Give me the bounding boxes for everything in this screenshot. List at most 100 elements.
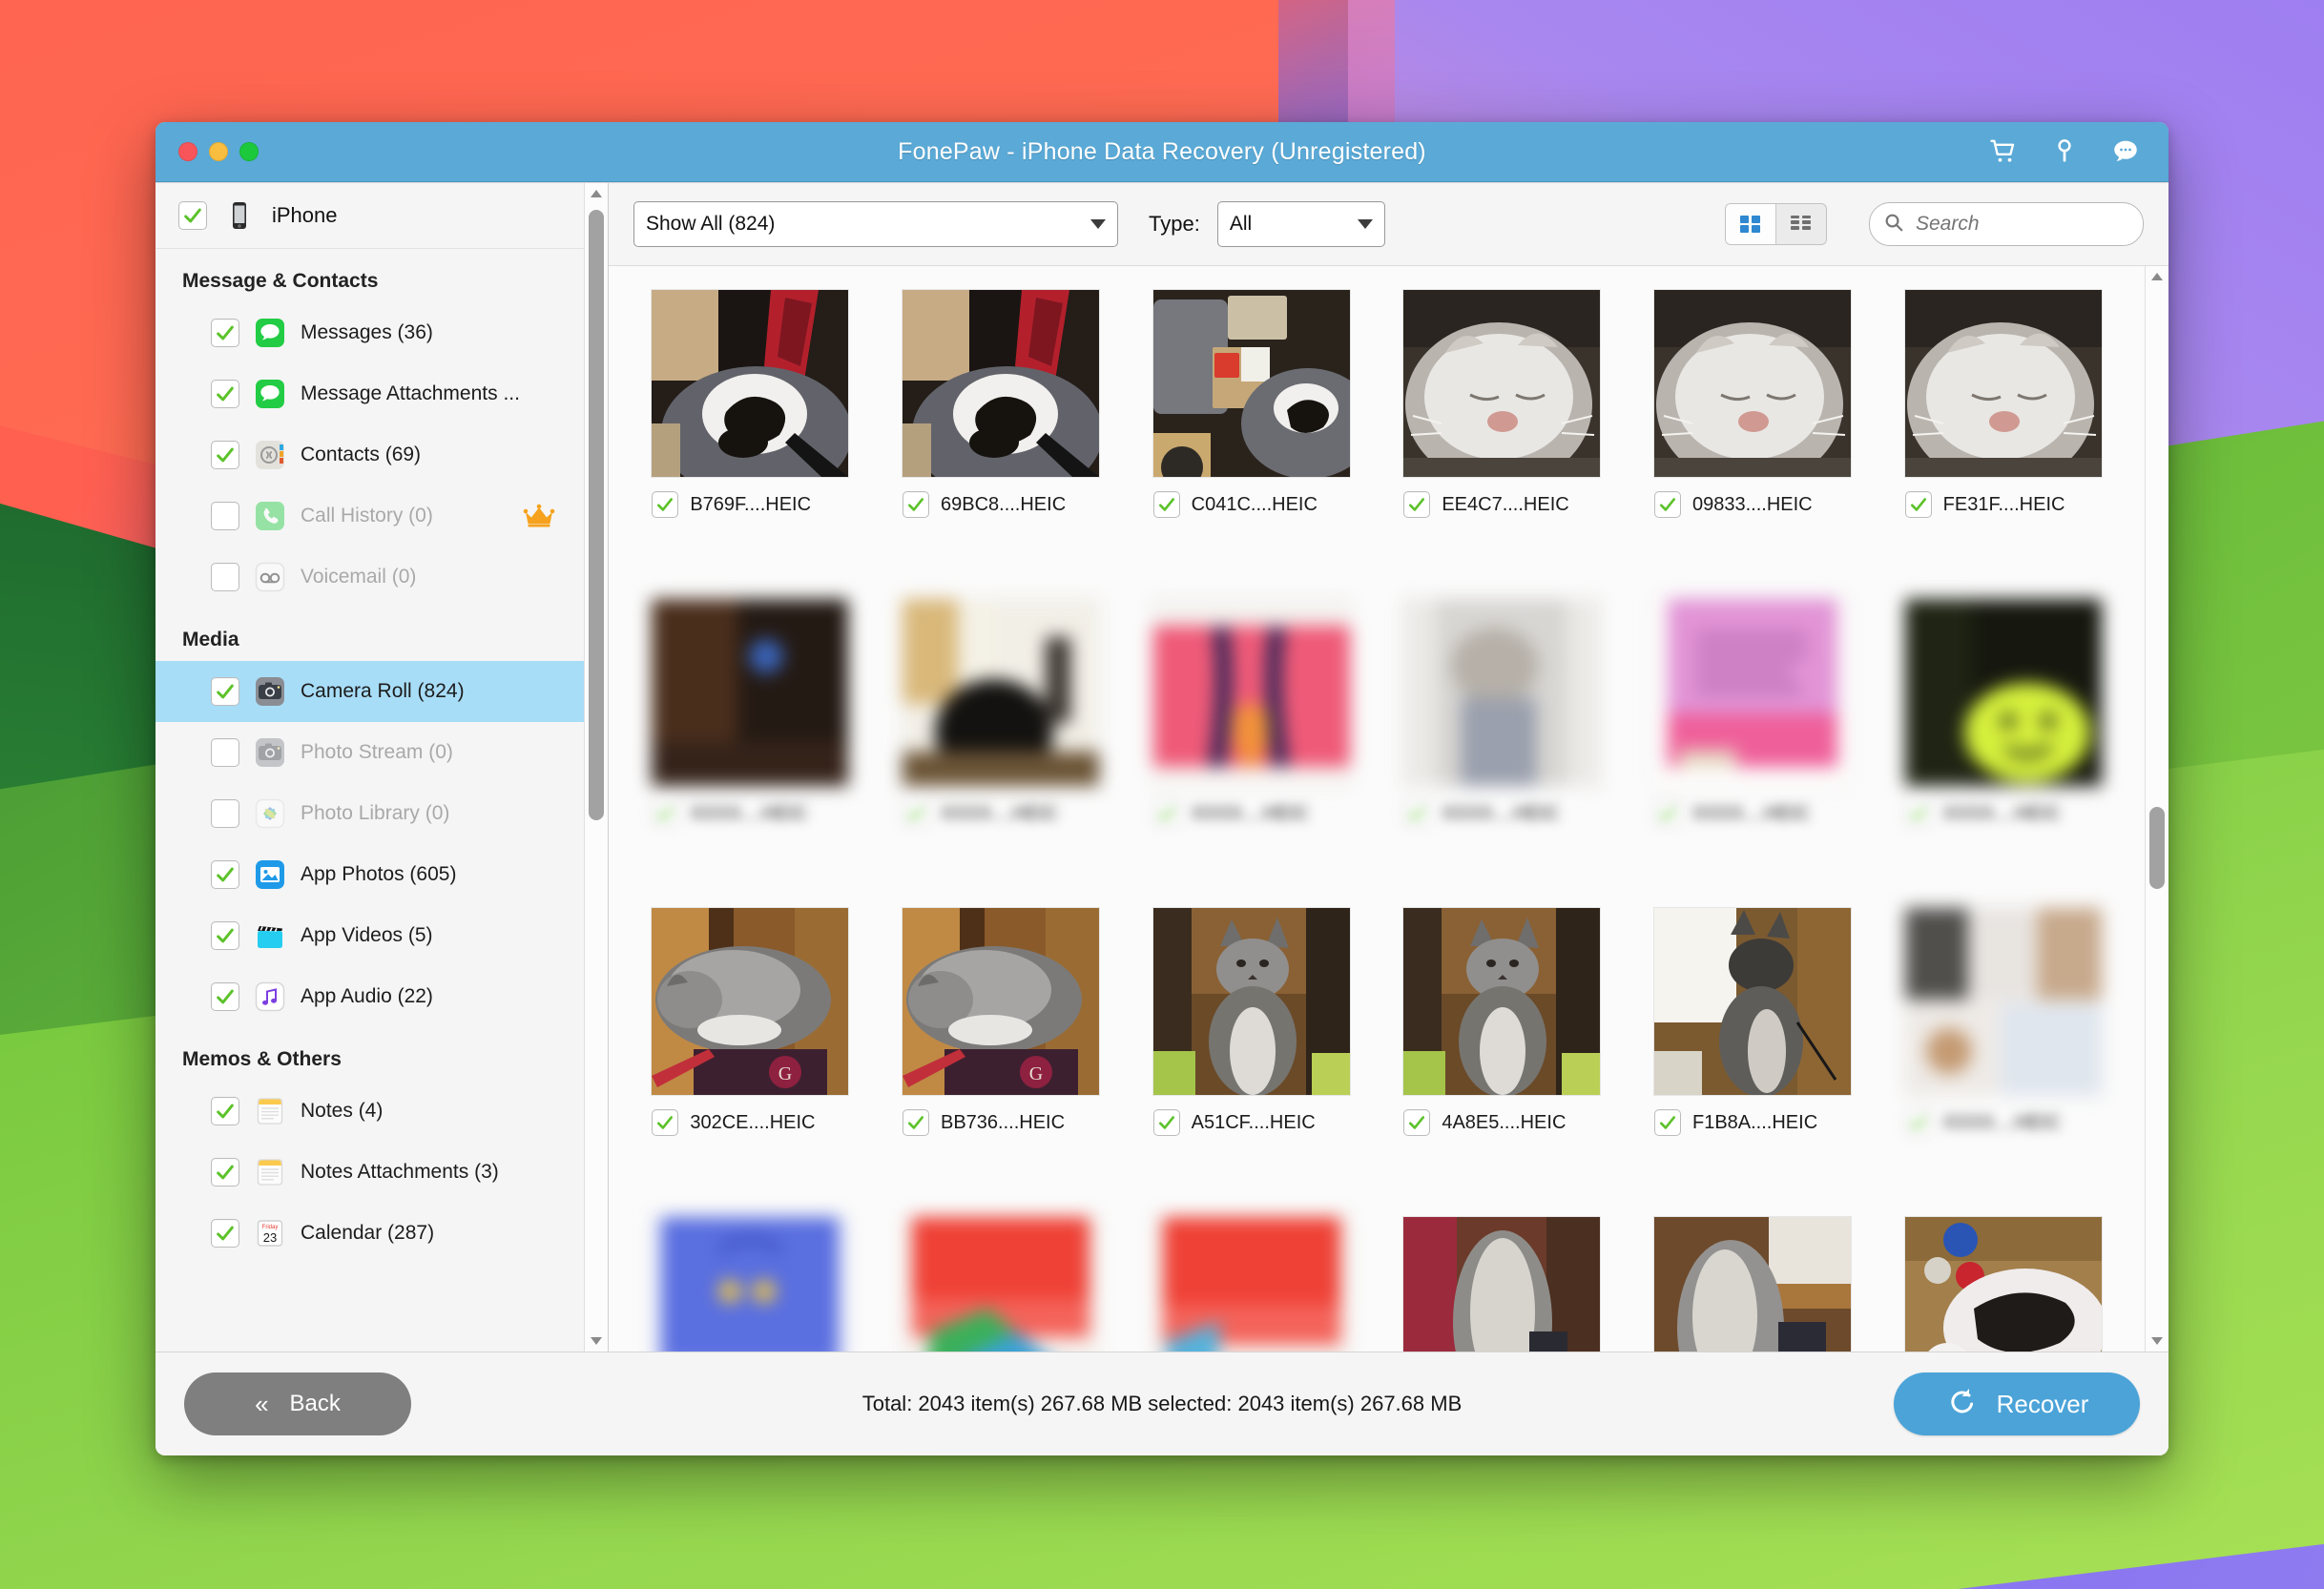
thumbnail-checkbox[interactable] (1152, 1109, 1180, 1136)
type-select[interactable]: All (1216, 201, 1385, 247)
checkbox-photo-stream-0[interactable] (211, 738, 239, 767)
thumbnail-image[interactable] (1652, 289, 1852, 478)
sidebar-device-row[interactable]: iPhone (156, 183, 584, 249)
scroll-up-icon[interactable] (2150, 266, 2164, 287)
grid-scrollbar[interactable] (2145, 266, 2168, 1352)
thumbnail-checkbox[interactable] (902, 800, 929, 827)
thumbnail-cell[interactable]: 09833....HEIC (1636, 279, 1870, 588)
checkbox-notes-4[interactable] (211, 1097, 239, 1125)
chat-bubble-icon[interactable] (2111, 137, 2140, 166)
sidebar-item-calendar-287[interactable]: Friday 23 Calendar (287) (156, 1203, 584, 1264)
checkbox-photo-library-0[interactable] (211, 799, 239, 828)
sidebar-scrollbar[interactable] (584, 183, 608, 1352)
sidebar-item-notes-4[interactable]: Notes (4) (156, 1081, 584, 1142)
thumbnail-caption[interactable]: A51CF....HEIC (1152, 1109, 1350, 1136)
thumbnail-caption[interactable]: 09833....HEIC (1653, 491, 1851, 518)
filter-select[interactable]: Show All (824) (633, 201, 1118, 247)
thumbnail-image[interactable] (1152, 1216, 1351, 1352)
thumbnail-image[interactable] (1652, 907, 1852, 1096)
thumbnail-caption[interactable]: XXXX....HEIC (652, 800, 848, 827)
checkbox-app-photos-605[interactable] (211, 860, 239, 889)
thumbnail-image[interactable] (1402, 1216, 1602, 1352)
thumbnail-checkbox[interactable] (1904, 491, 1932, 518)
thumbnail-image[interactable] (1152, 598, 1351, 787)
thumbnail-caption[interactable]: EE4C7....HEIC (1403, 491, 1600, 518)
thumbnail-caption[interactable]: XXXX....HEIC (902, 800, 1099, 827)
thumbnail-checkbox[interactable] (1403, 800, 1431, 827)
thumbnail-cell[interactable]: G BB736....HEIC (884, 898, 1118, 1207)
thumbnail-cell[interactable]: C041C....HEIC (1134, 279, 1368, 588)
thumbnail-cell[interactable] (1134, 1207, 1368, 1352)
thumbnail-caption[interactable]: B769F....HEIC (652, 491, 848, 518)
thumbnail-image[interactable] (901, 1216, 1100, 1352)
minimize-button[interactable] (209, 142, 228, 161)
thumbnail-caption[interactable]: F1B8A....HEIC (1653, 1109, 1851, 1136)
thumbnail-image[interactable]: G (651, 907, 850, 1096)
key-icon[interactable] (2050, 137, 2079, 166)
thumbnail-image[interactable] (651, 1216, 850, 1352)
thumbnail-image[interactable] (1152, 289, 1351, 478)
thumbnail-cell[interactable]: 69BC8....HEIC (884, 279, 1118, 588)
sidebar-item-photo-stream-0[interactable]: Photo Stream (0) (156, 722, 584, 783)
grid-scroll-track[interactable] (2146, 287, 2168, 1331)
thumbnail-cell[interactable] (633, 1207, 867, 1352)
list-view-icon[interactable] (1775, 204, 1826, 244)
thumbnail-checkbox[interactable] (1653, 800, 1681, 827)
thumbnail-cell[interactable]: XXXX....HEIC (1636, 588, 1870, 898)
sidebar-item-photo-library-0[interactable]: Photo Library (0) (156, 783, 584, 844)
scroll-down-icon[interactable] (2150, 1331, 2164, 1352)
sidebar-item-app-audio-22[interactable]: App Audio (22) (156, 966, 584, 1027)
thumbnail-caption[interactable]: XXXX....HEIC (1653, 800, 1851, 827)
sidebar-item-app-videos-5[interactable]: App Videos (5) (156, 905, 584, 966)
thumbnail-checkbox[interactable] (1152, 800, 1180, 827)
thumbnail-image[interactable] (1402, 907, 1602, 1096)
thumbnail-cell[interactable]: XXXX....HEIC (1886, 898, 2120, 1207)
sidebar-item-app-photos-605[interactable]: App Photos (605) (156, 844, 584, 905)
device-checkbox[interactable] (178, 201, 207, 230)
thumbnail-cell[interactable]: 4A8E5....HEIC (1385, 898, 1619, 1207)
checkbox-app-videos-5[interactable] (211, 921, 239, 950)
sidebar-scroll-track[interactable] (585, 204, 608, 1331)
thumbnail-image[interactable] (651, 598, 850, 787)
thumbnail-cell[interactable]: XXXX....HEIC (633, 588, 867, 898)
thumbnail-checkbox[interactable] (902, 1109, 929, 1136)
checkbox-message-attachments[interactable] (211, 380, 239, 408)
thumbnail-checkbox[interactable] (1403, 491, 1431, 518)
thumbnail-image[interactable] (1903, 598, 2103, 787)
checkbox-voicemail-0[interactable] (211, 563, 239, 591)
thumbnail-cell[interactable]: EE4C7....HEIC (1385, 279, 1619, 588)
thumbnail-caption[interactable]: C041C....HEIC (1152, 491, 1350, 518)
grid-view-icon[interactable] (1726, 204, 1775, 244)
thumbnail-checkbox[interactable] (652, 800, 679, 827)
thumbnail-checkbox[interactable] (1904, 800, 1932, 827)
search-input[interactable] (1914, 212, 2129, 237)
thumbnail-image[interactable] (1402, 289, 1602, 478)
thumbnail-caption[interactable]: XXXX....HEIC (1152, 800, 1350, 827)
sidebar-item-camera-roll-824[interactable]: Camera Roll (824) (156, 661, 584, 722)
thumbnail-checkbox[interactable] (1653, 491, 1681, 518)
checkbox-notes-attachments-3[interactable] (211, 1158, 239, 1187)
thumbnail-caption[interactable]: BB736....HEIC (902, 1109, 1099, 1136)
thumbnail-cell[interactable]: B769F....HEIC (633, 279, 867, 588)
thumbnail-cell[interactable]: XXXX....HEIC (1886, 588, 2120, 898)
thumbnail-cell[interactable]: G 302CE....HEIC (633, 898, 867, 1207)
thumbnail-checkbox[interactable] (1152, 491, 1180, 518)
thumbnail-checkbox[interactable] (902, 491, 929, 518)
checkbox-camera-roll-824[interactable] (211, 677, 239, 706)
zoom-button[interactable] (239, 142, 259, 161)
thumbnail-image[interactable] (651, 289, 850, 478)
thumbnail-image[interactable] (1402, 598, 1602, 787)
sidebar-item-call-history-0[interactable]: Call History (0) (156, 485, 584, 547)
cart-icon[interactable] (1989, 137, 2018, 166)
checkbox-contacts-69[interactable] (211, 441, 239, 469)
thumbnail-checkbox[interactable] (652, 491, 679, 518)
checkbox-app-audio-22[interactable] (211, 982, 239, 1011)
thumbnail-cell[interactable] (1385, 1207, 1619, 1352)
thumbnail-caption[interactable]: XXXX....HEIC (1904, 800, 2102, 827)
thumbnail-cell[interactable]: XXXX....HEIC (884, 588, 1118, 898)
close-button[interactable] (178, 142, 197, 161)
checkbox-call-history-0[interactable] (211, 502, 239, 530)
sidebar-item-messages-36[interactable]: Messages (36) (156, 302, 584, 363)
scroll-down-icon[interactable] (590, 1331, 603, 1352)
sidebar-item-voicemail-0[interactable]: Voicemail (0) (156, 547, 584, 608)
